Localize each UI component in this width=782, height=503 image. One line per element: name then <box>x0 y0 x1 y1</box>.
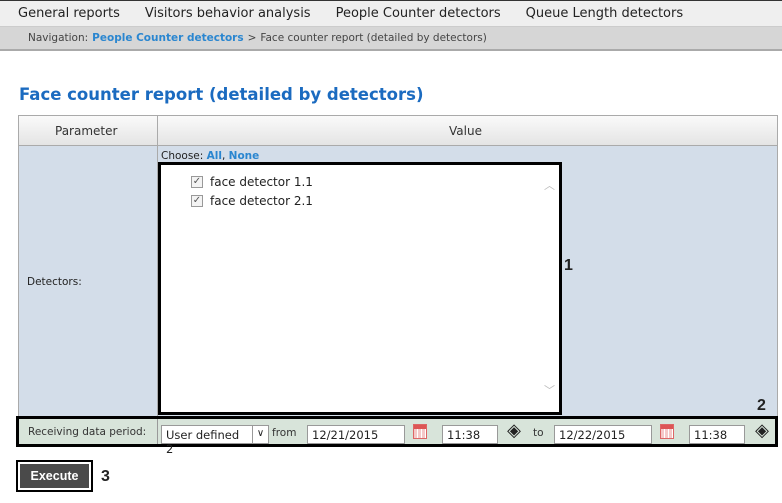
scroll-up-icon[interactable]: ︿ <box>544 177 555 193</box>
callout-2: 2 <box>757 397 766 414</box>
checkbox[interactable]: ✓ <box>191 176 203 188</box>
from-label: from <box>272 427 297 439</box>
detectors-label: Detectors: <box>27 276 82 288</box>
to-time-input[interactable]: 11:38 <box>689 425 745 444</box>
comma: , <box>221 150 226 162</box>
time-spinner-icon[interactable]: ◈ <box>752 421 772 441</box>
breadcrumb: Navigation: People Counter detectors > F… <box>0 27 782 51</box>
header-parameter: Parameter <box>55 124 118 138</box>
execute-button[interactable]: Execute <box>16 460 93 492</box>
to-label: to <box>533 427 544 439</box>
period-label: Receiving data period: <box>28 426 147 438</box>
period-row: Receiving data period: User defined 2 ∨ f… <box>16 416 778 456</box>
detector-label: face detector 1.1 <box>210 175 313 189</box>
nav-people-counter[interactable]: People Counter detectors <box>336 6 501 21</box>
nav-queue-length[interactable]: Queue Length detectors <box>526 6 683 21</box>
breadcrumb-link[interactable]: People Counter detectors <box>92 32 243 44</box>
choose-label: Choose: <box>161 150 204 162</box>
calendar-icon[interactable] <box>413 424 427 439</box>
nav-visitors-behavior[interactable]: Visitors behavior analysis <box>145 6 311 21</box>
detector-item[interactable]: ✓ face detector 1.1 <box>191 175 313 189</box>
from-time-input[interactable]: 11:38 <box>442 425 498 444</box>
time-spinner-icon[interactable]: ◈ <box>504 421 524 441</box>
choose-links: Choose: All, None <box>161 150 259 162</box>
checkbox[interactable]: ✓ <box>191 195 203 207</box>
breadcrumb-prefix: Navigation: <box>28 32 89 44</box>
choose-all-link[interactable]: All <box>207 150 222 162</box>
chevron-down-icon[interactable]: ∨ <box>252 426 268 443</box>
callout-1: 1 <box>564 257 573 274</box>
scroll-down-icon[interactable]: ﹀ <box>544 382 555 398</box>
period-select[interactable]: User defined 2 ∨ <box>161 425 269 456</box>
period-select-value: User defined 2 <box>166 428 240 456</box>
execute-label: Execute <box>20 464 89 488</box>
breadcrumb-separator: > <box>247 32 257 44</box>
page-title: Face counter report (detailed by detecto… <box>19 85 424 104</box>
column-divider <box>157 419 158 444</box>
header-value: Value <box>449 124 482 138</box>
top-navigation: General reports Visitors behavior analys… <box>0 0 782 27</box>
breadcrumb-current: Face counter report (detailed by detecto… <box>260 32 487 44</box>
detector-label: face detector 2.1 <box>210 194 313 208</box>
callout-3: 3 <box>101 468 110 485</box>
table-header: Parameter Value <box>19 116 777 146</box>
nav-general-reports[interactable]: General reports <box>18 6 120 21</box>
from-date-input[interactable]: 12/21/2015 <box>307 425 405 444</box>
to-date-input[interactable]: 12/22/2015 <box>554 425 652 444</box>
choose-none-link[interactable]: None <box>229 150 260 162</box>
detectors-listbox[interactable]: ✓ face detector 1.1 ✓ face detector 2.1 ︿ … <box>158 162 562 415</box>
calendar-icon[interactable] <box>660 424 674 439</box>
detector-item[interactable]: ✓ face detector 2.1 <box>191 194 313 208</box>
